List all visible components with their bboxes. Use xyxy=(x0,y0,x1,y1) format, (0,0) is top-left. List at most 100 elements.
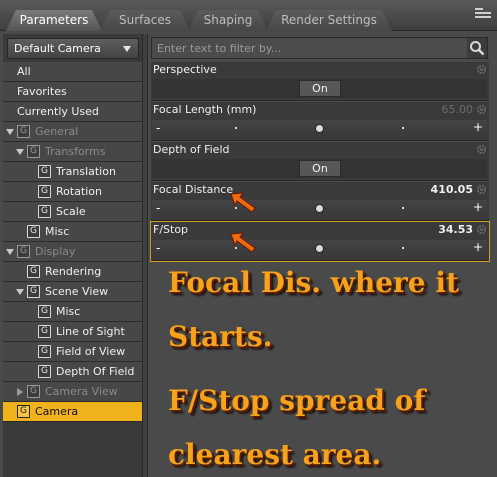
tree-item-display[interactable]: G Display xyxy=(3,242,142,262)
category-tree: All Favorites Currently Used G General G… xyxy=(3,62,142,422)
tree-item-label: All xyxy=(17,65,31,78)
increment-icon[interactable]: + xyxy=(473,200,483,214)
tree-item-scene-misc[interactable]: G Misc xyxy=(3,302,142,322)
group-icon: G xyxy=(38,205,51,218)
depth-of-field-toggle-button[interactable]: On xyxy=(299,160,341,177)
param-value[interactable]: 410.05 xyxy=(431,183,473,196)
tab-parameters[interactable]: Parameters xyxy=(6,10,102,31)
annotation-line: F/Stop spread of xyxy=(168,384,426,417)
camera-select[interactable]: Default Camera xyxy=(7,38,139,59)
tab-bar: Parameters Surfaces Shaping Render Setti… xyxy=(0,0,497,31)
gear-icon[interactable] xyxy=(476,184,487,195)
param-value[interactable]: 34.53 xyxy=(438,223,473,236)
tree-item-rendering[interactable]: G Rendering xyxy=(3,262,142,282)
slider-tick xyxy=(402,207,404,209)
tree-item-label: Currently Used xyxy=(17,105,99,118)
group-icon: G xyxy=(17,125,30,138)
group-icon: G xyxy=(27,265,40,278)
parameters-panel: Perspective On Focal Length (mm) 65.00 -… xyxy=(148,34,497,477)
tree-item-label: Misc xyxy=(56,305,81,318)
filter-input[interactable] xyxy=(152,38,467,58)
gear-icon[interactable] xyxy=(476,224,487,235)
gear-icon[interactable] xyxy=(476,104,487,115)
param-value[interactable]: 65.00 xyxy=(442,103,474,116)
gear-icon[interactable] xyxy=(476,64,487,75)
slider-knob[interactable] xyxy=(314,204,324,213)
expand-arrow-icon[interactable] xyxy=(6,249,14,255)
tab-render-settings[interactable]: Render Settings xyxy=(266,10,392,31)
param-label: F/Stop xyxy=(153,223,189,236)
tree-item-depth-of-field[interactable]: G Depth Of Field xyxy=(3,362,142,382)
param-focal-distance: Focal Distance 410.05 - + xyxy=(151,182,489,221)
focal-length-slider[interactable]: - + xyxy=(152,120,487,137)
group-icon: G xyxy=(38,305,51,318)
tree-item-line-of-sight[interactable]: G Line of Sight xyxy=(3,322,142,342)
annotation-line: Focal Dis. where it xyxy=(168,266,459,299)
tree-item-label: Camera View xyxy=(45,385,118,398)
param-focal-length: Focal Length (mm) 65.00 - + xyxy=(151,102,489,141)
slider-tick xyxy=(402,247,404,249)
slider-knob[interactable] xyxy=(314,244,324,253)
chevron-down-icon xyxy=(123,46,131,52)
tree-item-currently-used[interactable]: Currently Used xyxy=(3,102,142,122)
increment-icon[interactable]: + xyxy=(473,240,483,254)
tree-item-label: Scene View xyxy=(45,285,109,298)
expand-arrow-icon[interactable] xyxy=(6,129,14,135)
group-icon: G xyxy=(38,165,51,178)
group-icon: G xyxy=(17,405,30,418)
param-label: Depth of Field xyxy=(153,143,230,156)
decrement-icon[interactable]: - xyxy=(156,201,160,215)
group-icon: G xyxy=(17,245,30,258)
tree-item-rotation[interactable]: G Rotation xyxy=(3,182,142,202)
tree-item-label: Line of Sight xyxy=(56,325,125,338)
tree-item-scene-view[interactable]: G Scene View xyxy=(3,282,142,302)
group-icon: G xyxy=(38,185,51,198)
tree-item-label: Camera xyxy=(35,405,79,418)
tree-item-label: General xyxy=(35,125,79,138)
group-icon: G xyxy=(27,285,40,298)
pointer-arrow-icon xyxy=(230,232,256,253)
tree-item-all[interactable]: All xyxy=(3,62,142,82)
decrement-icon[interactable]: - xyxy=(156,241,160,255)
annotation-line: clearest area. xyxy=(168,438,382,471)
slider-tick xyxy=(235,127,237,129)
tab-shaping[interactable]: Shaping xyxy=(188,10,268,31)
focal-distance-slider[interactable]: - + xyxy=(152,200,487,217)
collapsed-arrow-icon[interactable] xyxy=(17,388,23,396)
search-icon[interactable] xyxy=(469,40,485,56)
tree-item-label: Rendering xyxy=(45,265,102,278)
tree-item-label: Rotation xyxy=(56,185,103,198)
tree-item-label: Scale xyxy=(56,205,86,218)
expand-arrow-icon[interactable] xyxy=(16,289,24,295)
tab-surfaces[interactable]: Surfaces xyxy=(100,10,190,31)
tree-item-camera-view[interactable]: G Camera View xyxy=(3,382,142,402)
tree-item-misc[interactable]: G Misc xyxy=(3,222,142,242)
tree-item-favorites[interactable]: Favorites xyxy=(3,82,142,102)
tree-item-label: Depth Of Field xyxy=(56,365,135,378)
tree-item-label: Transforms xyxy=(45,145,106,158)
tree-item-general[interactable]: G General xyxy=(3,122,142,142)
tree-item-transforms[interactable]: G Transforms xyxy=(3,142,142,162)
tree-item-label: Favorites xyxy=(17,85,67,98)
tree-item-scale[interactable]: G Scale xyxy=(3,202,142,222)
decrement-icon[interactable]: - xyxy=(156,121,160,135)
fstop-slider[interactable]: - + xyxy=(152,240,487,257)
group-icon: G xyxy=(27,385,40,398)
gear-icon[interactable] xyxy=(476,144,487,155)
tree-item-label: Translation xyxy=(56,165,116,178)
slider-knob[interactable] xyxy=(314,124,324,133)
tree-item-translation[interactable]: G Translation xyxy=(3,162,142,182)
param-label: Perspective xyxy=(153,63,217,76)
tree-item-camera[interactable]: G Camera xyxy=(3,402,142,422)
category-panel: Default Camera All Favorites Currently U… xyxy=(3,34,142,477)
param-depth-of-field: Depth of Field On xyxy=(151,142,489,181)
tree-item-label: Field of View xyxy=(56,345,126,358)
slider-tick xyxy=(402,127,404,129)
perspective-toggle-button[interactable]: On xyxy=(299,80,341,97)
expand-arrow-icon[interactable] xyxy=(16,149,24,155)
tree-item-label: Display xyxy=(35,245,76,258)
tree-item-field-of-view[interactable]: G Field of View xyxy=(3,342,142,362)
annotation-line: Starts. xyxy=(168,320,273,353)
panel-menu-icon[interactable] xyxy=(475,8,491,22)
increment-icon[interactable]: + xyxy=(473,120,483,134)
